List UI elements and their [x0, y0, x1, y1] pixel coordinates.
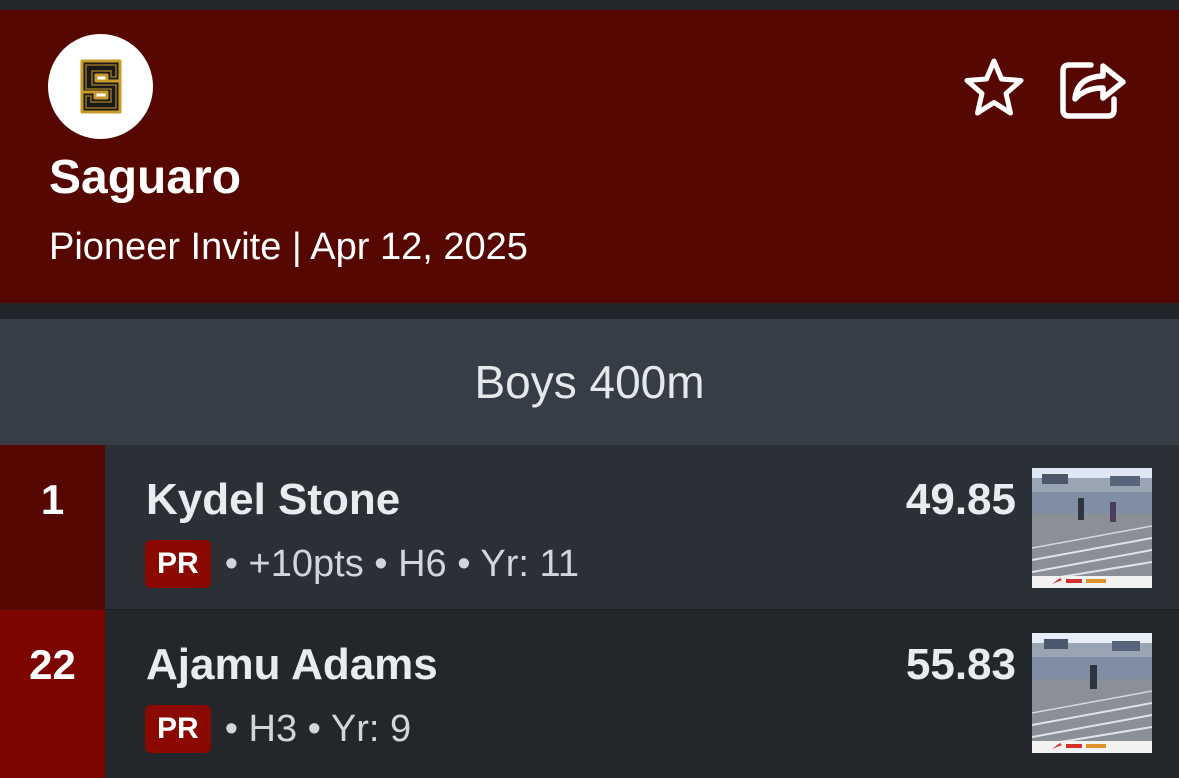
race-photo-thumbnail[interactable] [1032, 633, 1152, 753]
race-photo-image [1032, 633, 1152, 753]
favorite-button[interactable] [960, 54, 1028, 122]
result-meta: PR • +10pts • H6 • Yr: 11 [145, 540, 579, 588]
team-logo-s-icon [80, 59, 122, 114]
place-cell: 22 [0, 610, 105, 778]
place-number: 22 [29, 641, 76, 688]
status-strip [0, 0, 1179, 10]
result-details: • H3 • Yr: 9 [224, 708, 412, 750]
event-header: Boys 400m [0, 319, 1179, 445]
result-row[interactable]: 22 Ajamu Adams PR • H3 • Yr: 9 55.83 [0, 610, 1179, 778]
divider [0, 303, 1179, 319]
result-details: • +10pts • H6 • Yr: 11 [224, 543, 579, 585]
race-photo-thumbnail[interactable] [1032, 468, 1152, 588]
athlete-name[interactable]: Kydel Stone [146, 473, 400, 527]
race-photo-image [1032, 468, 1152, 588]
share-icon [1060, 62, 1126, 119]
result-meta: PR • H3 • Yr: 9 [145, 705, 411, 753]
team-header: Saguaro Pioneer Invite | Apr 12, 2025 [0, 10, 1179, 303]
athlete-name[interactable]: Ajamu Adams [146, 638, 438, 692]
result-row[interactable]: 1 Kydel Stone PR • +10pts • H6 • Yr: 11 … [0, 445, 1179, 611]
share-button[interactable] [1055, 50, 1129, 124]
pr-badge: PR [145, 705, 211, 753]
result-mark: 55.83 [905, 640, 1016, 689]
place-number: 1 [40, 476, 65, 523]
place-cell: 1 [0, 445, 105, 611]
star-outline-icon [964, 58, 1024, 116]
pr-badge: PR [145, 540, 211, 588]
event-title: Boys 400m [474, 356, 705, 408]
team-name: Saguaro [49, 151, 242, 204]
team-logo [48, 34, 153, 139]
result-mark: 49.85 [905, 475, 1016, 524]
meet-name-date: Pioneer Invite | Apr 12, 2025 [49, 226, 528, 268]
